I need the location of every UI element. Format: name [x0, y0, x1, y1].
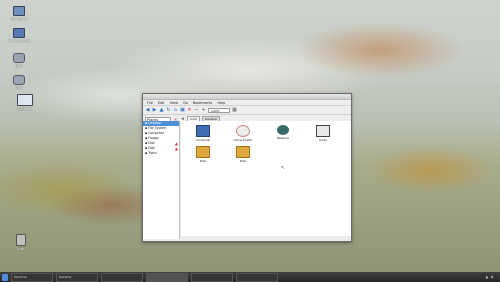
trash-icon — [316, 125, 330, 137]
forward-arrow-icon[interactable]: ▶ — [152, 107, 157, 113]
menu-file[interactable]: File — [147, 101, 153, 105]
menu-edit[interactable]: Edit — [158, 101, 165, 105]
file-item-label: Network — [276, 136, 290, 140]
file-item-label: Computer — [195, 138, 211, 142]
network-icon — [277, 125, 289, 135]
file-item-disk[interactable]: Disk — [189, 146, 217, 163]
disk-icon — [13, 75, 25, 85]
bottom-panel: Terminal Desktop ▲ ◖ — [0, 272, 500, 282]
desktop-network-icon[interactable]: Network — [14, 94, 36, 111]
desktop-icon-label: Network — [17, 107, 33, 111]
menu-view[interactable]: View — [170, 101, 178, 105]
file-item-computer[interactable]: Computer — [189, 125, 217, 142]
file-item-label: Trash — [319, 138, 327, 142]
menu-icon[interactable] — [2, 273, 8, 281]
taskbar-item[interactable] — [146, 272, 188, 282]
menu-go[interactable]: Go — [183, 101, 188, 105]
disk-icon — [236, 146, 250, 158]
file-item-trash[interactable]: Trash — [309, 125, 337, 142]
file-item-disk[interactable]: Disk — [229, 146, 257, 163]
volume-icon[interactable]: ◖ — [491, 275, 493, 279]
file-item-network[interactable]: Network — [269, 125, 297, 140]
file-view[interactable]: Computer Home Folder Network Trash Disk … — [181, 121, 351, 236]
disk-icon — [196, 146, 210, 158]
desktop-computer-icon[interactable]: Computer — [8, 6, 30, 21]
desktop-icon-label: Home Folder — [8, 39, 31, 43]
computer-icon — [13, 6, 25, 16]
zoom-select[interactable]: 100% — [208, 107, 230, 113]
trash-icon: ▪ — [145, 151, 148, 155]
file-item-home-folder[interactable]: Home Folder — [229, 125, 257, 142]
system-tray: ▲ ◖ — [485, 275, 500, 279]
desktop-icon-label: Trash — [16, 247, 26, 251]
zoom-in-icon[interactable]: + — [201, 107, 206, 113]
taskbar-item[interactable] — [101, 272, 143, 282]
desktop-trash-icon[interactable]: Trash — [10, 234, 32, 251]
back-arrow-icon[interactable]: ◀ — [145, 107, 150, 113]
icon-view-icon[interactable]: ▦ — [232, 107, 237, 113]
desktop-icon-label: Disk — [15, 86, 23, 90]
eject-icon[interactable]: ▲ — [175, 146, 178, 151]
network-tray-icon[interactable]: ▲ — [485, 275, 488, 279]
computer-icon — [196, 125, 210, 137]
desktop-disk-icon[interactable]: Disk — [8, 75, 30, 90]
up-arrow-icon[interactable]: ▲ — [159, 107, 164, 113]
toolbar: ◀ ▶ ▲ ↻ ⌂ ▣ ✕ − + 100% ▦ — [143, 106, 351, 115]
desktop-icon-label: Computer — [10, 17, 28, 21]
file-item-label: Disk — [239, 159, 247, 163]
sidebar-item-trash[interactable]: ▪ Trash — [143, 151, 179, 156]
stop-icon[interactable]: ✕ — [187, 107, 192, 113]
taskbar-item[interactable] — [236, 272, 278, 282]
menu-help[interactable]: Help — [217, 101, 225, 105]
desktop-icon-label: Disk — [15, 64, 23, 68]
places-sidebar: ▪ Desktop ▪ File System ▪ Computer ▪ Flo… — [143, 121, 180, 239]
taskbar-item[interactable]: Desktop — [56, 272, 98, 282]
desktop-disk-icon[interactable]: Disk — [8, 53, 30, 68]
taskbar-item[interactable]: Terminal — [11, 272, 53, 282]
computer-icon[interactable]: ▣ — [180, 107, 185, 113]
home-folder-icon — [13, 28, 25, 38]
home-icon[interactable]: ⌂ — [173, 107, 178, 113]
status-bar — [181, 238, 351, 241]
network-icon — [17, 94, 33, 106]
file-item-label: Disk — [199, 159, 207, 163]
trash-icon — [16, 234, 26, 246]
disk-icon — [13, 53, 25, 63]
file-item-label: Home Folder — [233, 138, 253, 142]
mouse-pointer-icon: ↖ — [281, 165, 286, 171]
taskbar-item[interactable] — [191, 272, 233, 282]
home-folder-icon — [236, 125, 250, 137]
menu-bookmarks[interactable]: Bookmarks — [193, 101, 213, 105]
zoom-out-icon[interactable]: − — [194, 107, 199, 113]
sidebar-item-label: Trash — [148, 151, 157, 155]
desktop-home-icon[interactable]: Home Folder — [8, 28, 30, 43]
reload-icon[interactable]: ↻ — [166, 107, 171, 113]
file-manager-window[interactable]: File Edit View Go Bookmarks Help ◀ ▶ ▲ ↻… — [142, 93, 352, 242]
